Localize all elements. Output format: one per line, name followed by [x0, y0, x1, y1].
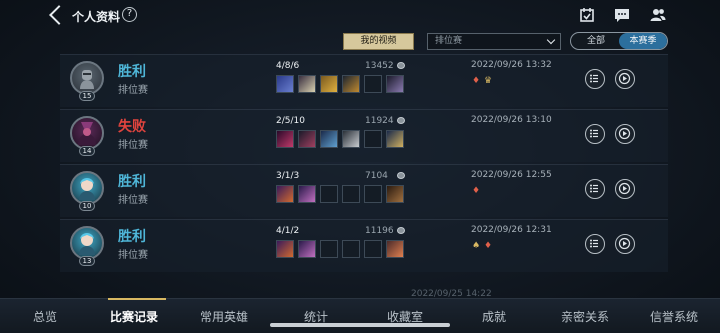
home-indicator[interactable] [270, 323, 450, 327]
match-result: 胜利 [118, 64, 146, 80]
match-replay-button[interactable] [615, 124, 635, 144]
match-detail-button[interactable] [585, 69, 605, 89]
item-slot [364, 75, 382, 93]
match-kda: 4/1/2 [276, 226, 300, 236]
help-icon[interactable]: ? [122, 7, 137, 22]
match-result: 胜利 [118, 174, 146, 190]
gold-coin-icon [397, 172, 405, 179]
match-time: 2022/09/26 12:55 [471, 170, 552, 180]
hero-level-badge: 13 [79, 256, 95, 266]
chat-icon[interactable] [614, 7, 630, 23]
tab-relationships[interactable]: 亲密关系 [561, 308, 609, 325]
item-slot [298, 240, 316, 258]
header-bar: 个人资料 ? [0, 0, 720, 32]
hero-level-badge: 15 [79, 91, 95, 101]
item-slot [298, 75, 316, 93]
hero-level-badge: 10 [79, 201, 95, 211]
item-slot [298, 185, 316, 203]
match-mode: 排位赛 [118, 140, 148, 151]
season-current-option[interactable]: 本赛季 [619, 33, 667, 49]
calendar-check-icon[interactable] [579, 7, 595, 23]
item-slot [276, 240, 294, 258]
wings-icon: ♠ [471, 241, 481, 251]
match-kda: 3/1/3 [276, 171, 300, 181]
match-mode: 排位赛 [118, 250, 148, 261]
season-toggle: 全部 本赛季 [570, 32, 668, 50]
item-slot [364, 240, 382, 258]
mode-select[interactable]: 排位赛 [427, 33, 561, 50]
match-row[interactable]: 15 胜利 排位赛 4/8/6 13452 2022/09/26 13:32 ♦… [60, 54, 668, 107]
match-time: 2022/09/26 13:32 [471, 60, 552, 70]
page-title: 个人资料 [72, 10, 121, 24]
item-slot [386, 185, 404, 203]
match-detail-button[interactable] [585, 124, 605, 144]
match-result: 失败 [118, 119, 146, 135]
profile-screen: 个人资料 ? 我的视频 排位赛 全部 本赛季 15 胜利 排位赛 4/8/6 1… [0, 0, 720, 333]
match-kda: 2/5/10 [276, 116, 305, 126]
item-slot [386, 130, 404, 148]
match-result: 胜利 [118, 229, 146, 245]
item-slot [320, 75, 338, 93]
my-videos-button[interactable]: 我的视频 [343, 33, 414, 50]
match-gold: 11924 [365, 116, 394, 126]
season-all-option[interactable]: 全部 [571, 33, 621, 49]
match-mode: 排位赛 [118, 85, 148, 96]
item-slot [320, 185, 338, 203]
match-time: 2022/09/26 13:10 [471, 115, 552, 125]
match-detail-button[interactable] [585, 234, 605, 254]
match-gold: 11196 [365, 226, 394, 236]
match-gold: 7104 [365, 171, 388, 181]
item-slot [320, 240, 338, 258]
item-slot [276, 185, 294, 203]
mvp-shield-icon: ♦ [471, 76, 481, 86]
tab-achievements[interactable]: 成就 [482, 308, 506, 325]
tab-match-history[interactable]: 比赛记录 [110, 308, 158, 325]
match-row[interactable]: 14 失败 排位赛 2/5/10 11924 2022/09/26 13:10 [60, 109, 668, 162]
trophy-icon: ♛ [483, 76, 493, 86]
item-slot [342, 130, 360, 148]
active-tab-indicator [108, 298, 166, 300]
hero-avatar [70, 226, 104, 260]
match-mode: 排位赛 [118, 195, 148, 206]
mode-select-value: 排位赛 [435, 36, 463, 46]
match-row[interactable]: 13 胜利 排位赛 4/1/2 11196 2022/09/26 12:31 ♠… [60, 219, 668, 272]
item-slot [386, 240, 404, 258]
item-slot [276, 75, 294, 93]
item-slot [298, 130, 316, 148]
chevron-down-icon [546, 35, 556, 45]
match-time: 2022/09/26 12:31 [471, 225, 552, 235]
hero-avatar [70, 171, 104, 205]
tab-credit-system[interactable]: 信誉系统 [650, 308, 698, 325]
hero-avatar [70, 116, 104, 150]
match-replay-button[interactable] [615, 234, 635, 254]
hero-level-badge: 14 [79, 146, 95, 156]
match-kda: 4/8/6 [276, 61, 300, 71]
gold-coin-icon [397, 117, 405, 124]
match-row[interactable]: 10 胜利 排位赛 3/1/3 7104 2022/09/26 12:55 ♦ [60, 164, 668, 217]
back-icon[interactable] [49, 5, 69, 25]
item-slot [342, 240, 360, 258]
item-slot [320, 130, 338, 148]
match-replay-button[interactable] [615, 69, 635, 89]
tab-overview[interactable]: 总览 [33, 308, 57, 325]
mvp-shield-icon: ♦ [471, 186, 481, 196]
friends-icon[interactable] [650, 7, 666, 23]
item-slot [342, 185, 360, 203]
item-slot [364, 185, 382, 203]
tab-common-heroes[interactable]: 常用英雄 [200, 308, 248, 325]
hero-avatar [70, 61, 104, 95]
item-slot [342, 75, 360, 93]
match-gold: 13452 [365, 61, 394, 71]
match-replay-button[interactable] [615, 179, 635, 199]
bottom-nav: 总览 比赛记录 常用英雄 统计 收藏室 成就 亲密关系 信誉系统 [0, 298, 720, 333]
item-slot [276, 130, 294, 148]
item-slot [386, 75, 404, 93]
gold-coin-icon [397, 227, 405, 234]
mvp-shield-icon: ♦ [483, 241, 493, 251]
gold-coin-icon [397, 62, 405, 69]
item-slot [364, 130, 382, 148]
match-detail-button[interactable] [585, 179, 605, 199]
